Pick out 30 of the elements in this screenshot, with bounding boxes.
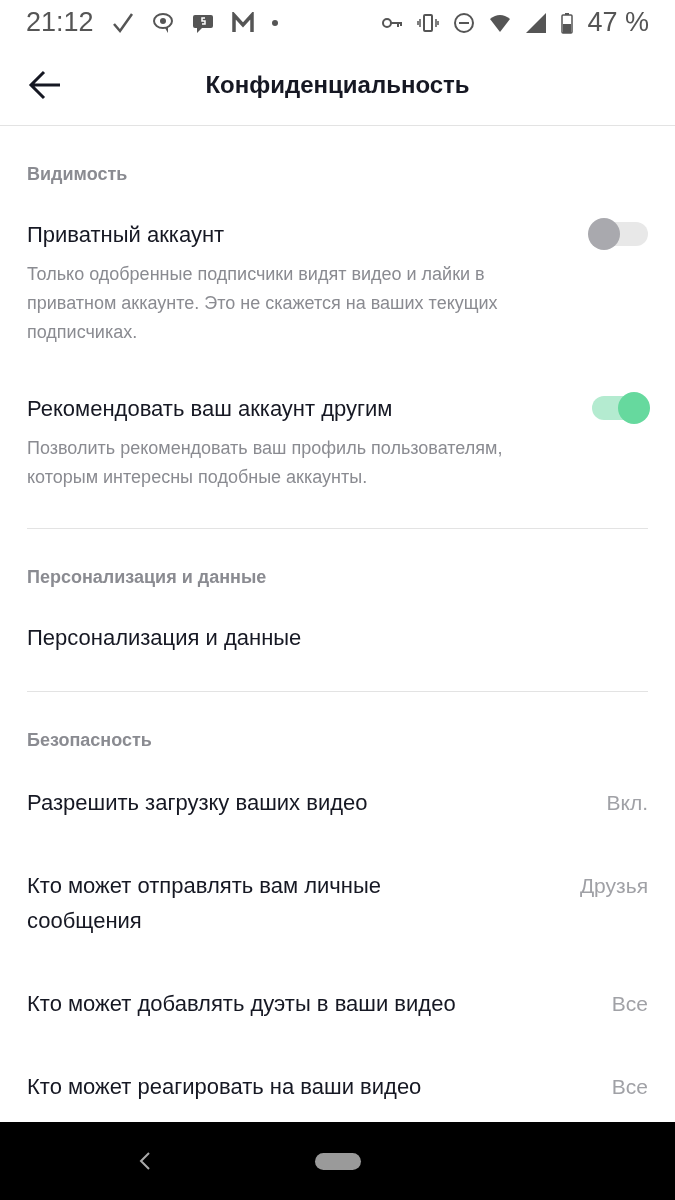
section-title: Видимость <box>27 163 129 186</box>
setting-value: Все <box>611 1074 648 1100</box>
dot-icon <box>271 19 278 26</box>
do-not-disturb-icon <box>453 11 476 34</box>
setting-description: Только одобренные подписчики видят видео и лайки в приватном аккаунте. Это не скажется на ваших текущих подписчиках. <box>27 263 499 344</box>
vibrate-icon <box>417 11 440 34</box>
back-button[interactable] <box>28 68 62 102</box>
setting-label[interactable]: Разрешить загрузку ваших видео <box>27 785 467 820</box>
setting-value: Вкл. <box>606 790 648 816</box>
home-button[interactable] <box>314 1152 361 1170</box>
battery-percent: 47 % <box>587 7 649 38</box>
setting-label[interactable]: Приватный аккаунт <box>27 217 467 252</box>
setting-label[interactable]: Рекомендовать ваш аккаунт другим <box>27 391 467 426</box>
setting-label[interactable]: Кто может добавлять дуэты в ваши видео <box>27 986 467 1021</box>
chat-icon <box>151 11 174 34</box>
status-time: 21:12 <box>26 7 94 38</box>
mail-icon <box>231 11 254 34</box>
setting-label[interactable]: Персонализация и данные <box>27 620 467 655</box>
setting-value: Все <box>611 991 648 1017</box>
nav-back-button[interactable] <box>138 1150 152 1172</box>
setting-label[interactable]: Кто может отправлять вам личные сообщения <box>27 868 467 938</box>
section-title: Персонализация и данные <box>27 566 268 589</box>
page-title: Конфиденциальность <box>204 71 471 99</box>
signal-icon <box>525 11 548 34</box>
setting-description: Позволить рекомендовать ваш профиль пользователям, которым интересны подобные аккаунты. <box>27 437 504 489</box>
check-icon <box>111 11 134 34</box>
setting-value: Друзья <box>579 873 648 899</box>
setting-label[interactable]: Кто может реагировать на ваши видео <box>27 1069 467 1104</box>
battery-icon <box>561 11 574 34</box>
section-title: Безопасность <box>27 729 153 752</box>
